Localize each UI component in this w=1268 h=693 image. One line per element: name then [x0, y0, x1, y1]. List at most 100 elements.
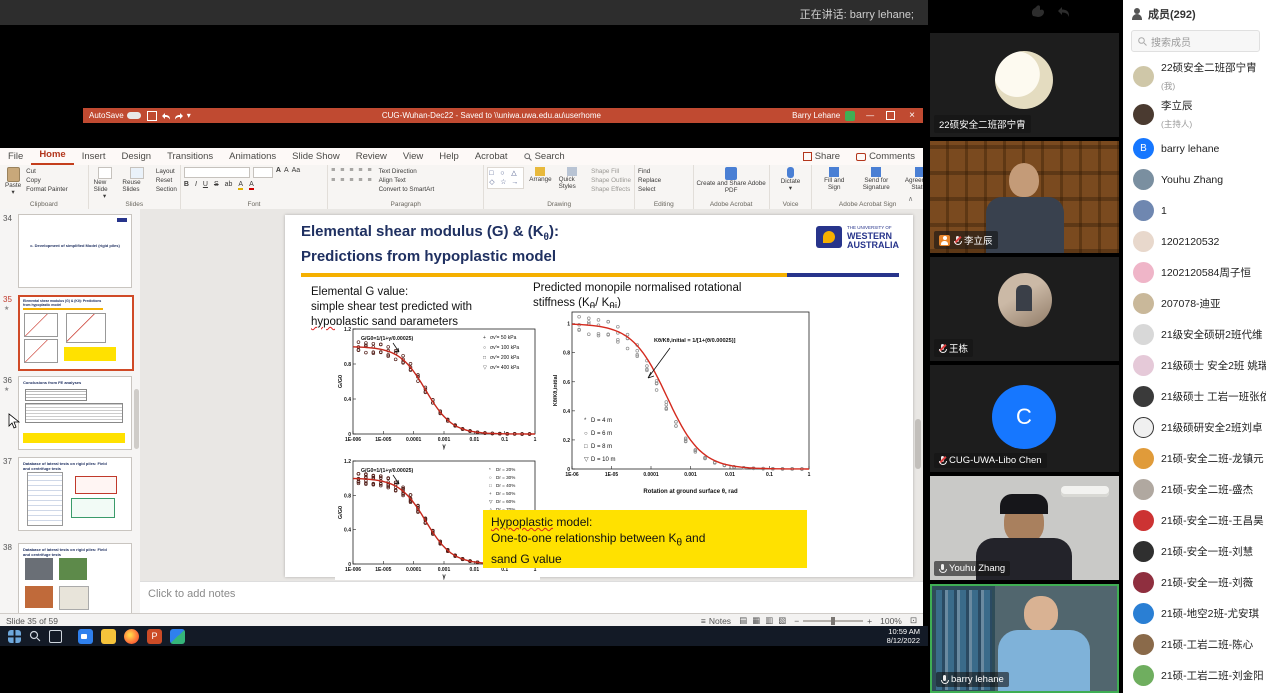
bold-button[interactable]: B: [184, 181, 189, 188]
collapse-ribbon-icon[interactable]: ∧: [908, 195, 913, 203]
underline-button[interactable]: U: [203, 181, 208, 188]
character-spacing-button[interactable]: ab: [225, 181, 233, 188]
thumbnail-scrollbar[interactable]: [134, 389, 139, 449]
member-row[interactable]: 1202120584周子恒: [1123, 257, 1268, 288]
agreement-status-button[interactable]: Agreement Status: [899, 167, 923, 191]
slide-thumbnail-38[interactable]: Database of lateral tests on rigid piles…: [18, 543, 132, 617]
taskbar-clock[interactable]: 10:59 AM 8/12/2022: [887, 627, 920, 645]
font-color-button[interactable]: A: [249, 181, 254, 190]
video-tile-wangdong[interactable]: 王栋: [930, 257, 1119, 361]
tab-design[interactable]: Design: [113, 149, 159, 165]
comments-button[interactable]: Comments: [848, 149, 923, 165]
convert-smartart-button[interactable]: Convert to SmartArt: [379, 186, 435, 193]
account-name[interactable]: Barry Lehane: [792, 111, 840, 120]
tab-animations[interactable]: Animations: [221, 149, 284, 165]
slide-sorter-button[interactable]: ▦: [752, 615, 760, 626]
paste-button[interactable]: Paste▾: [3, 167, 23, 196]
font-name-select[interactable]: [184, 167, 250, 178]
taskbar-file-explorer-icon[interactable]: [101, 629, 116, 644]
indent-more-button[interactable]: ≡: [358, 167, 362, 174]
member-search-input[interactable]: 搜索成员: [1131, 30, 1260, 52]
member-row[interactable]: 21硕-安全二班-龙镇元: [1123, 443, 1268, 474]
start-button[interactable]: [8, 630, 21, 643]
member-row[interactable]: 21硕-地空2班-尤安琪: [1123, 598, 1268, 629]
slide-thumbnail-36[interactable]: Conclusions from FE analyses: [18, 376, 132, 450]
zoom-level[interactable]: 100%: [880, 616, 902, 626]
tab-slide-show[interactable]: Slide Show: [284, 149, 348, 165]
member-row[interactable]: 21硕-工岩二班-刘金阳: [1123, 660, 1268, 691]
undo-arrow-icon[interactable]: [1056, 5, 1072, 18]
section-button[interactable]: Section: [156, 186, 177, 193]
reuse-slides-button[interactable]: Reuse Slides: [120, 167, 152, 193]
save-icon[interactable]: [147, 111, 157, 121]
slide-thumbnail-37[interactable]: Database of lateral tests on rigid piles…: [18, 457, 132, 531]
taskbar-search-icon[interactable]: [29, 630, 41, 642]
select-button[interactable]: Select: [638, 186, 689, 193]
member-row[interactable]: 21硕-安全一班-刘薇: [1123, 567, 1268, 598]
replace-button[interactable]: Replace: [638, 177, 689, 184]
share-button[interactable]: Share: [795, 149, 848, 165]
fill-and-sign-button[interactable]: Fill and Sign: [815, 167, 853, 191]
member-row[interactable]: 21硕-工岩二班-陈心: [1123, 629, 1268, 660]
slide-thumbnail-34[interactable]: c. Development of simplified Model (rigi…: [18, 214, 132, 288]
italic-button[interactable]: I: [195, 181, 197, 188]
highlight-color-button[interactable]: A: [238, 181, 243, 190]
tab-acrobat[interactable]: Acrobat: [467, 149, 516, 165]
video-tile-lilichen[interactable]: 李立辰: [930, 141, 1119, 253]
member-row[interactable]: Bbarry lehane: [1123, 133, 1268, 164]
undo-icon[interactable]: [161, 112, 171, 120]
align-text-button[interactable]: Align Text: [379, 177, 435, 184]
member-row[interactable]: 207078-迪亚: [1123, 288, 1268, 319]
restore-button[interactable]: [886, 111, 895, 120]
tab-view[interactable]: View: [395, 149, 431, 165]
cut-button[interactable]: Cut: [26, 168, 68, 175]
notes-pane[interactable]: Click to add notes: [140, 581, 923, 614]
fit-to-window-button[interactable]: ⊡: [910, 615, 917, 626]
member-row[interactable]: 22硕安全二班邵宁胄(我): [1123, 57, 1268, 95]
member-row[interactable]: Youhu Zhang: [1123, 164, 1268, 195]
slide-thumbnail-35-current[interactable]: Elemental shear modulus (G) & (Kθ): Pred…: [18, 295, 134, 371]
new-slide-button[interactable]: New Slide▾: [92, 167, 118, 200]
dictate-button[interactable]: Dictate▾: [779, 167, 803, 192]
taskbar-photos-icon[interactable]: [170, 629, 185, 644]
tab-transitions[interactable]: Transitions: [159, 149, 221, 165]
close-button[interactable]: ×: [901, 110, 923, 121]
zoom-slider[interactable]: [803, 620, 863, 622]
numbering-button[interactable]: ≡: [340, 167, 344, 174]
reading-view-button[interactable]: ▥: [765, 615, 773, 626]
member-row[interactable]: 21级安全硕研2班代维: [1123, 319, 1268, 350]
member-row[interactable]: 21硕-安全二班-王昌昊: [1123, 505, 1268, 536]
shape-outline-button[interactable]: Shape Outline: [591, 177, 631, 184]
notes-placeholder[interactable]: Click to add notes: [148, 588, 235, 600]
member-row[interactable]: 21级硕研安全2班刘卓: [1123, 412, 1268, 443]
align-center-button[interactable]: ≡: [340, 177, 344, 184]
reaction-icons[interactable]: [1030, 4, 1072, 18]
indent-less-button[interactable]: ≡: [349, 167, 353, 174]
text-direction-button[interactable]: Text Direction: [379, 168, 435, 175]
layout-button[interactable]: Layout: [156, 168, 177, 175]
notes-toggle-button[interactable]: ≡ Notes: [701, 616, 731, 626]
justify-button[interactable]: ≡: [358, 177, 362, 184]
strikethrough-button[interactable]: S: [214, 181, 219, 188]
member-row[interactable]: 21级硕士 工岩一班张依杰: [1123, 381, 1268, 412]
reset-button[interactable]: Reset: [156, 177, 177, 184]
shape-effects-button[interactable]: Shape Effects: [591, 186, 631, 193]
grow-font-button[interactable]: A: [276, 167, 281, 174]
columns-button[interactable]: ≡: [368, 177, 372, 184]
member-row[interactable]: 李立辰(主持人): [1123, 95, 1268, 133]
align-left-button[interactable]: ≡: [331, 177, 335, 184]
zoom-in-button[interactable]: +: [867, 616, 872, 626]
tab-home[interactable]: Home: [31, 147, 73, 165]
slide-35[interactable]: Elemental shear modulus (G) & (Kθ): Pred…: [285, 215, 913, 577]
taskbar-meeting-app-icon[interactable]: [78, 629, 93, 644]
align-right-button[interactable]: ≡: [349, 177, 353, 184]
tab-review[interactable]: Review: [348, 149, 395, 165]
bullets-button[interactable]: ≡: [331, 167, 335, 174]
find-button[interactable]: Find: [638, 168, 689, 175]
slideshow-button[interactable]: ▧: [778, 615, 786, 626]
member-row[interactable]: 21级硕士 安全2班 姚瑞: [1123, 350, 1268, 381]
account-avatar[interactable]: [845, 111, 855, 121]
font-size-select[interactable]: [253, 167, 273, 178]
arrange-button[interactable]: Arrange: [527, 167, 553, 183]
video-tile-shao[interactable]: 22硕安全二班邵宁胄: [930, 33, 1119, 137]
